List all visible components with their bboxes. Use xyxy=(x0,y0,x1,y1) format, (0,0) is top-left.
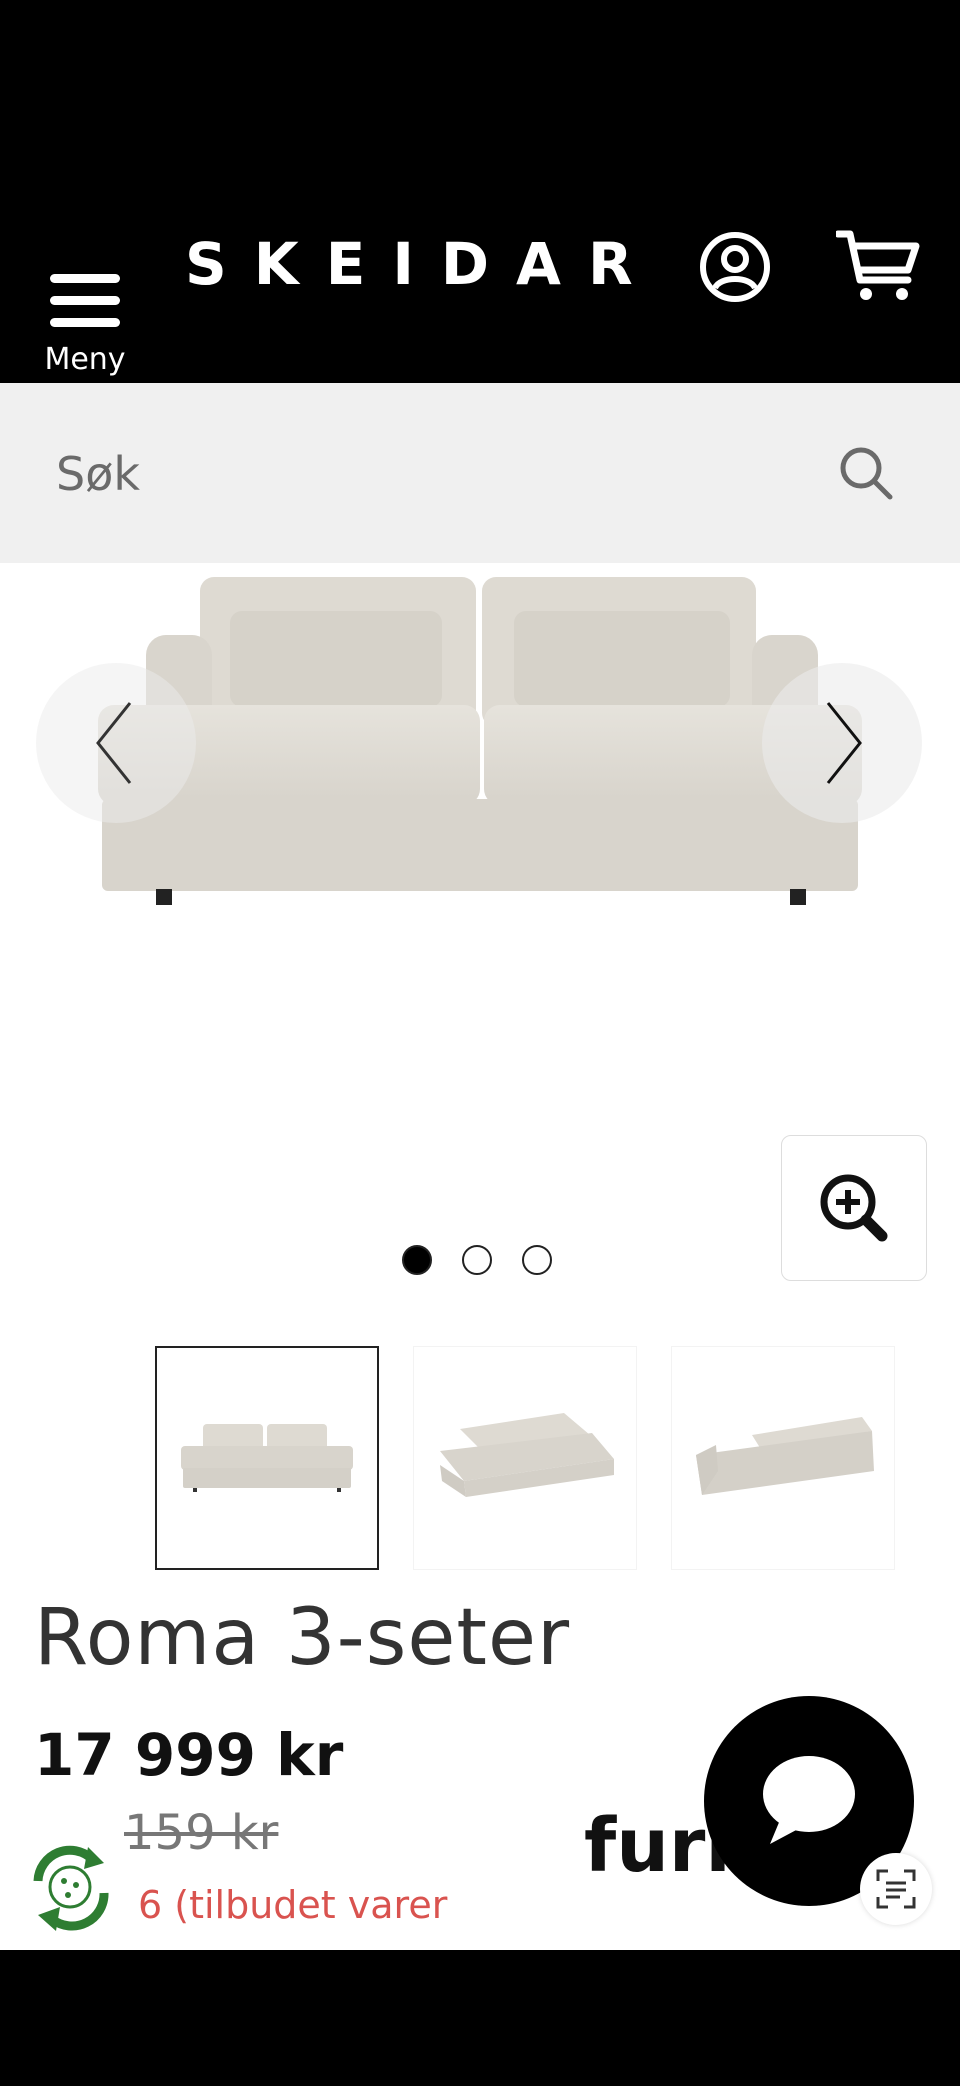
recycle-badge[interactable] xyxy=(18,1835,122,1939)
menu-button[interactable]: Meny xyxy=(40,230,130,377)
scan-icon xyxy=(876,1869,916,1909)
menu-label: Meny xyxy=(44,342,126,377)
product-price: 17 999 kr xyxy=(34,1721,344,1789)
zoom-button[interactable] xyxy=(781,1135,927,1281)
discount-text: 6 (tilbudet varer xyxy=(138,1883,448,1927)
cart-icon[interactable] xyxy=(836,228,922,304)
thumbnail-3[interactable] xyxy=(671,1346,895,1570)
skeidar-logo[interactable]: SKEIDAR xyxy=(185,230,660,298)
original-price: 159 kr xyxy=(124,1805,279,1861)
pagination-dot-1[interactable] xyxy=(402,1245,432,1275)
thumbnail-strip xyxy=(155,1346,895,1570)
zoom-in-icon xyxy=(820,1174,888,1242)
chevron-left-icon xyxy=(96,702,132,784)
recycle-icon xyxy=(33,1845,109,1931)
search-input[interactable] xyxy=(54,433,758,515)
product-title: Roma 3-seter xyxy=(34,1593,571,1683)
sofa-image xyxy=(98,577,862,905)
search-bar xyxy=(0,383,960,563)
navigation-area xyxy=(0,1950,960,2086)
gallery-pagination xyxy=(402,1245,562,1281)
product-page: Roma 3-seter 17 999 kr 159 kr 6 (tilbude… xyxy=(0,563,960,1950)
previous-image-button[interactable] xyxy=(36,663,196,823)
thumbnail-1[interactable] xyxy=(155,1346,379,1570)
site-header: Meny SKEIDAR xyxy=(0,190,960,383)
hamburger-icon xyxy=(50,274,120,283)
next-image-button[interactable] xyxy=(762,663,922,823)
status-area xyxy=(0,0,960,190)
chevron-right-icon xyxy=(826,702,862,784)
scan-text-button[interactable] xyxy=(860,1853,932,1925)
thumbnail-2[interactable] xyxy=(413,1346,637,1570)
product-image-main[interactable] xyxy=(0,563,960,1303)
pagination-dot-3[interactable] xyxy=(522,1245,552,1275)
pagination-dot-2[interactable] xyxy=(462,1245,492,1275)
account-icon[interactable] xyxy=(698,230,772,304)
search-icon[interactable] xyxy=(836,443,896,503)
